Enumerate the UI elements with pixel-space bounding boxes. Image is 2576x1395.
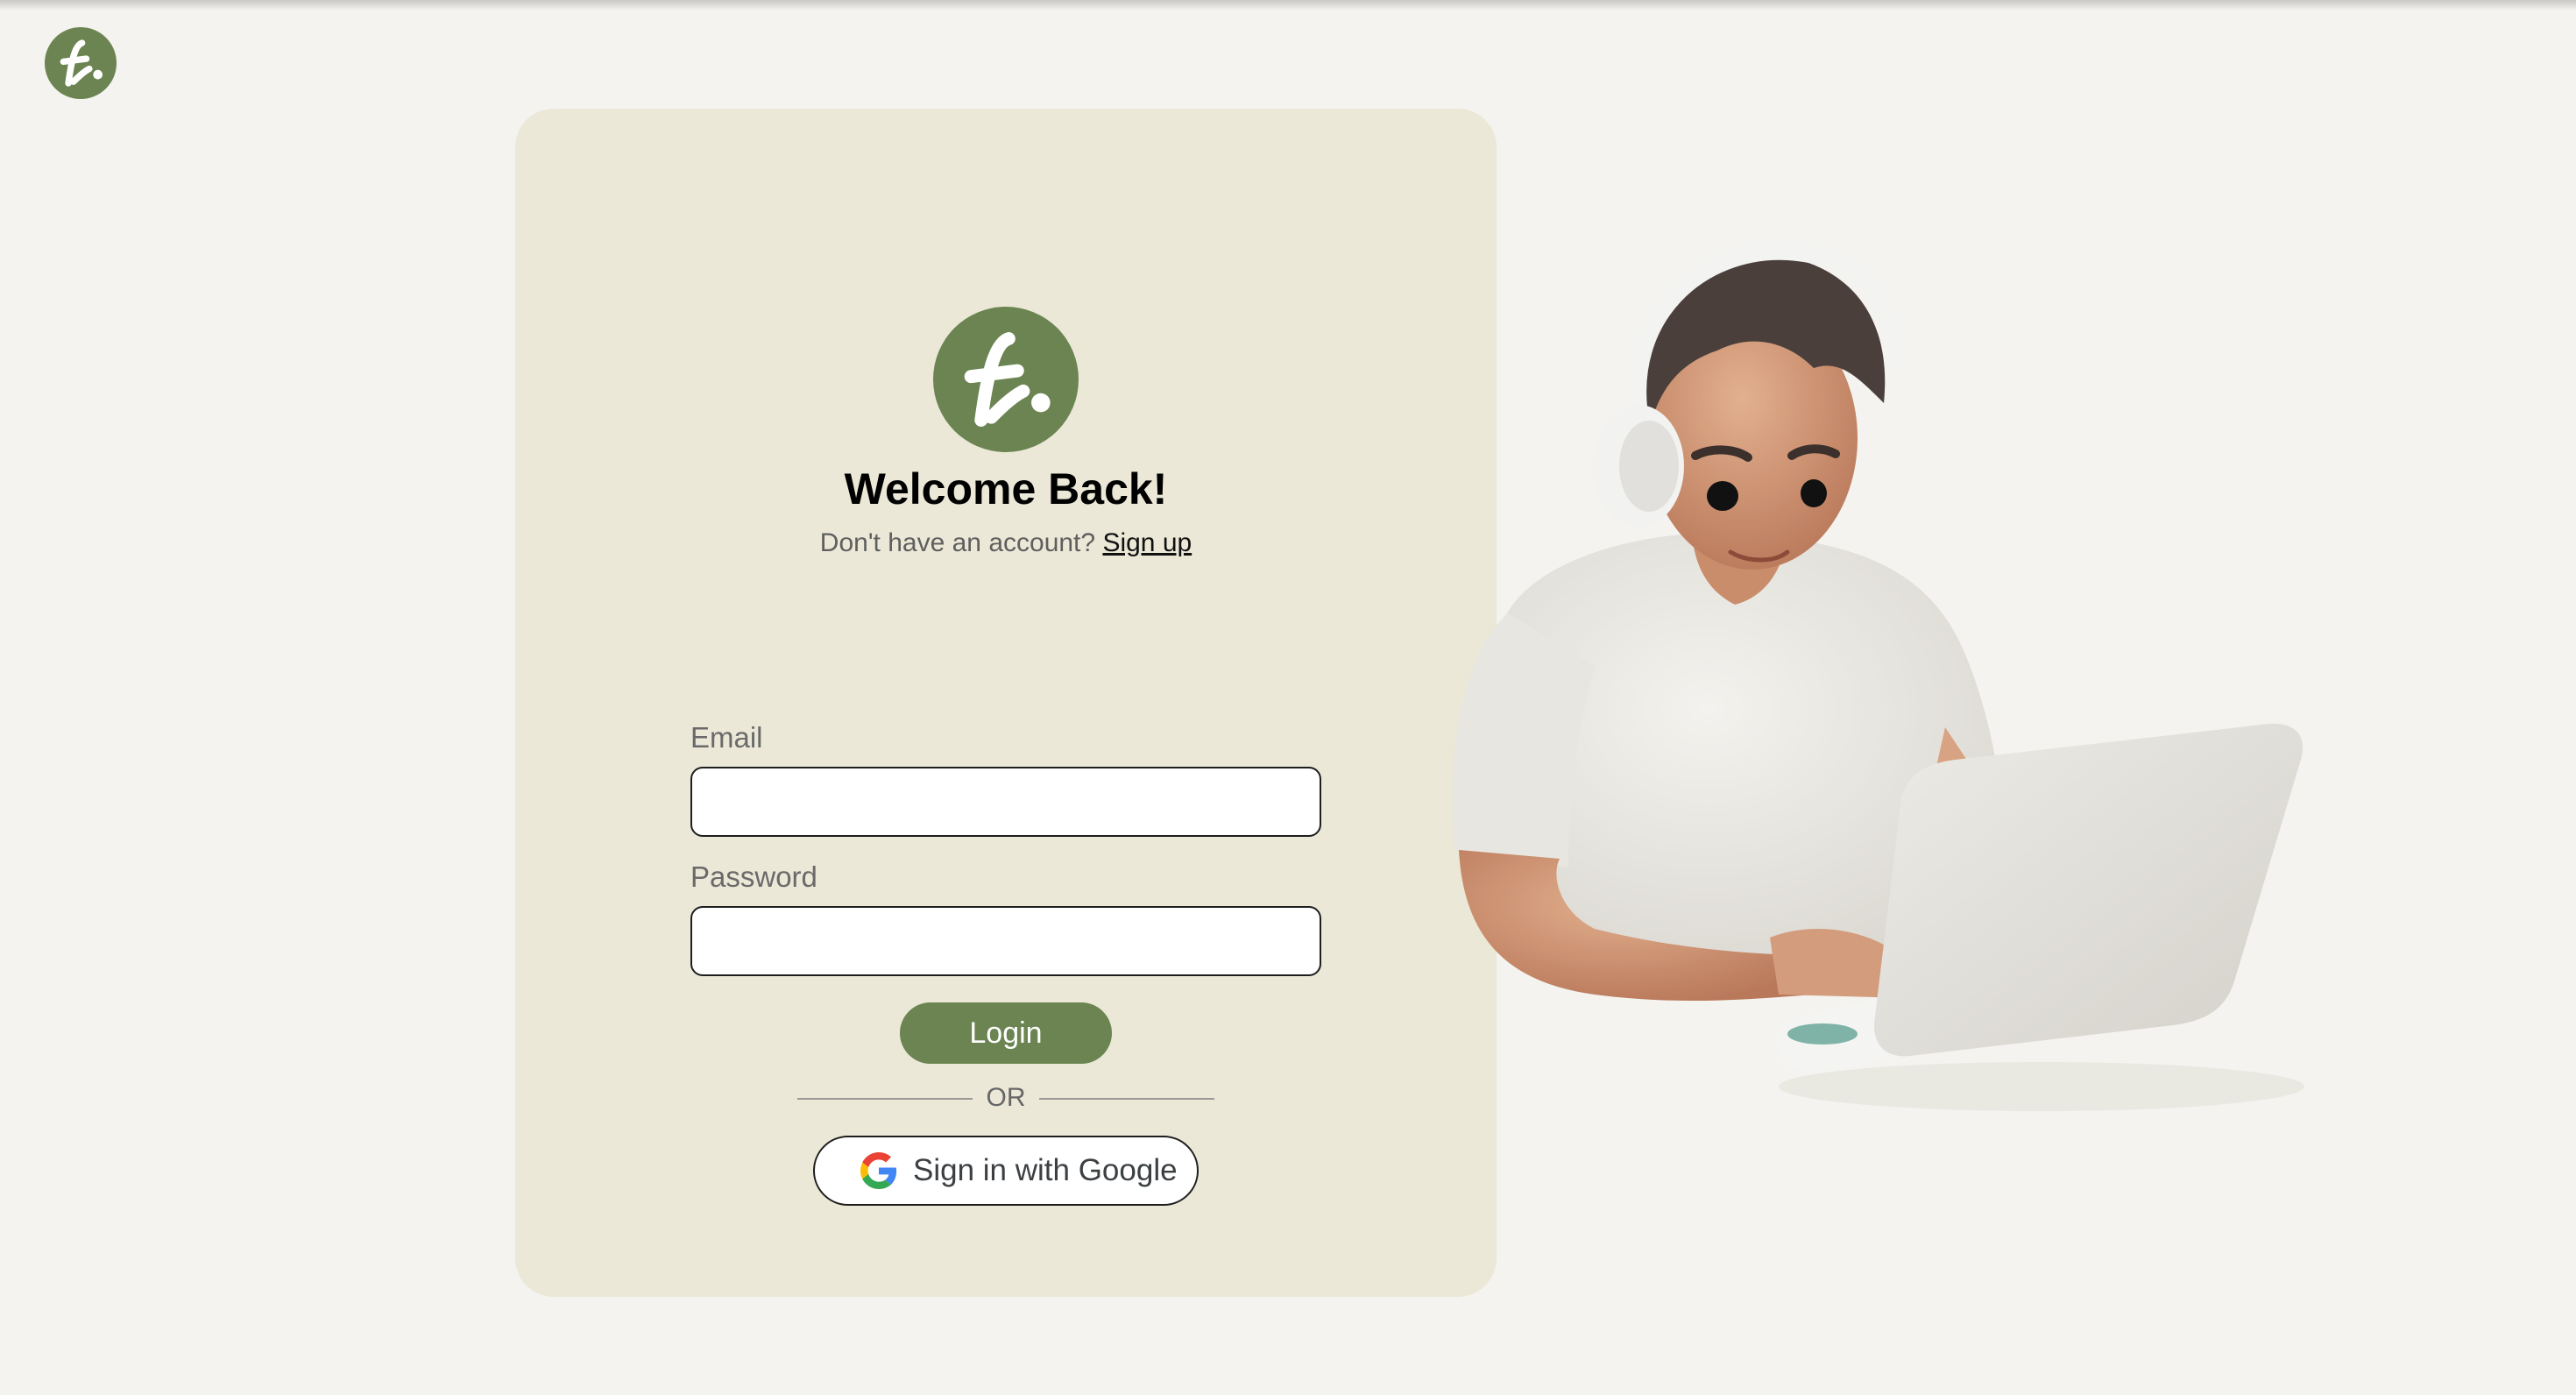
- google-signin-label: Sign in with Google: [913, 1153, 1178, 1187]
- google-signin-button[interactable]: Sign in with Google: [813, 1136, 1199, 1206]
- signup-link[interactable]: Sign up: [1102, 528, 1192, 557]
- signup-prompt-text: Don't have an account?: [819, 528, 1096, 557]
- person-with-laptop-illustration: [1452, 238, 2304, 1111]
- login-button[interactable]: Login: [900, 1002, 1112, 1064]
- password-label: Password: [690, 860, 817, 893]
- email-label: Email: [690, 721, 763, 754]
- divider-label: OR: [986, 1083, 1026, 1112]
- divider-line-right: [1039, 1098, 1214, 1100]
- divider-line-left: [797, 1098, 973, 1100]
- login-card: Welcome Back! Don't have an account? Sig…: [515, 109, 1497, 1297]
- top-edge-shadow: [0, 0, 2576, 11]
- email-field[interactable]: [690, 767, 1321, 837]
- brand-logo-icon[interactable]: [45, 27, 117, 99]
- signup-prompt-line: Don't have an account? Sign up: [515, 528, 1497, 559]
- page-title: Welcome Back!: [844, 464, 1168, 513]
- google-icon: [860, 1152, 897, 1189]
- brand-logo-icon: [933, 307, 1079, 452]
- password-field[interactable]: [690, 906, 1321, 976]
